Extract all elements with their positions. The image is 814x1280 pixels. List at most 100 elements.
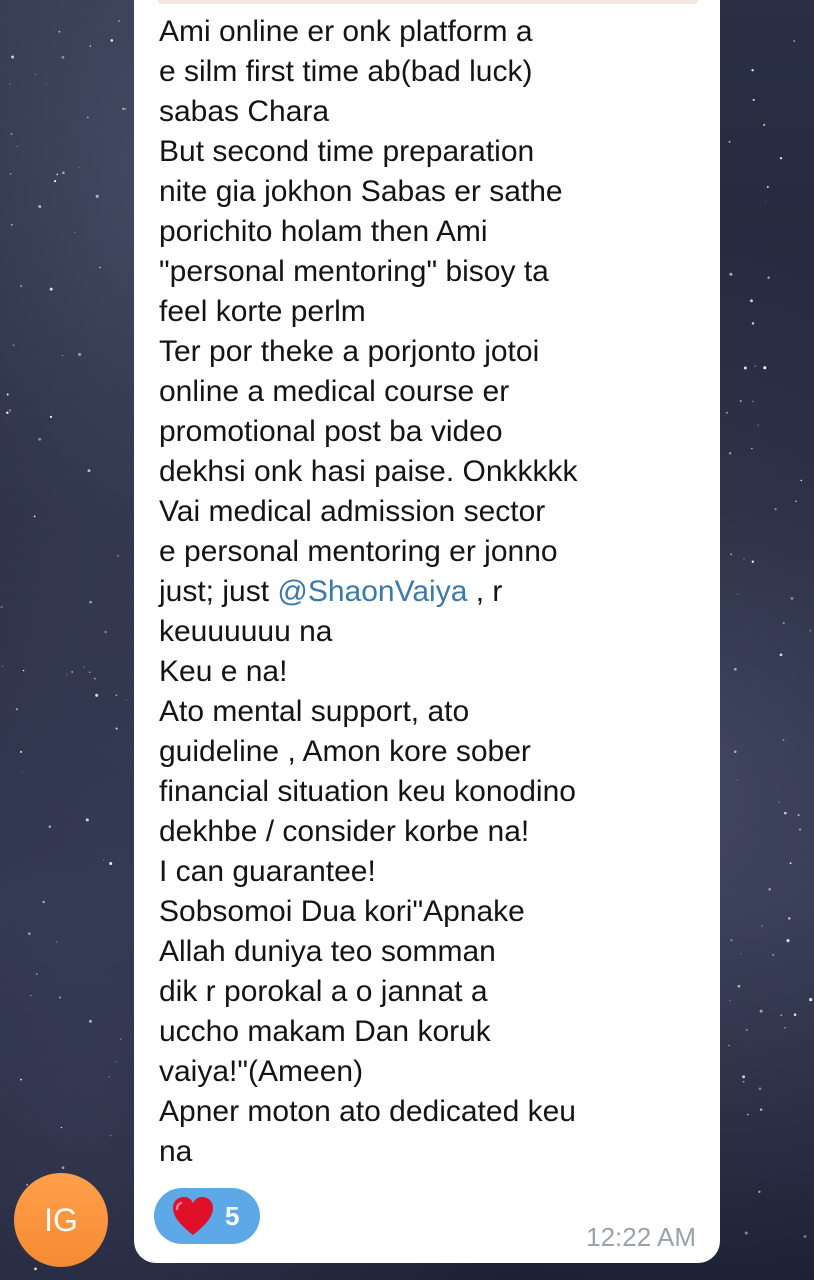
star xyxy=(733,667,737,671)
star xyxy=(36,973,38,975)
star xyxy=(22,669,25,672)
star xyxy=(74,231,76,233)
star xyxy=(71,670,74,673)
star xyxy=(35,74,37,76)
star xyxy=(10,173,12,175)
star xyxy=(12,344,15,346)
star xyxy=(89,45,92,47)
star xyxy=(56,941,58,943)
star xyxy=(83,666,85,668)
star xyxy=(122,107,125,110)
sender-avatar[interactable]: IG xyxy=(14,1173,108,1267)
star xyxy=(124,108,127,110)
star xyxy=(59,996,61,999)
star xyxy=(763,123,766,126)
avatar-initials: IG xyxy=(44,1201,78,1238)
star xyxy=(725,411,728,414)
star xyxy=(759,1009,763,1013)
star xyxy=(61,1166,65,1170)
star xyxy=(88,1019,92,1023)
star xyxy=(38,205,42,208)
star xyxy=(786,939,790,943)
star xyxy=(728,140,731,143)
star xyxy=(87,116,89,119)
star xyxy=(38,437,42,441)
message-text: Ami online er onk platform a e silm firs… xyxy=(159,12,699,1172)
star xyxy=(109,1134,112,1137)
star xyxy=(33,515,36,518)
star xyxy=(728,1044,730,1047)
star xyxy=(768,888,771,891)
star xyxy=(115,694,118,697)
star xyxy=(737,984,741,988)
star xyxy=(48,825,52,828)
star xyxy=(78,352,82,356)
star xyxy=(737,779,739,781)
message-timestamp: 12:22 AM xyxy=(586,1222,696,1252)
star xyxy=(53,179,57,183)
star xyxy=(95,194,99,198)
star xyxy=(782,739,785,742)
star xyxy=(784,811,787,815)
star xyxy=(20,750,23,753)
star xyxy=(728,452,732,455)
star xyxy=(61,354,63,356)
star xyxy=(751,447,753,450)
star xyxy=(115,1061,117,1063)
star xyxy=(85,818,89,822)
star xyxy=(744,1231,748,1235)
star xyxy=(774,508,777,511)
star xyxy=(809,998,813,1002)
star xyxy=(730,939,733,942)
star xyxy=(782,622,785,624)
star xyxy=(15,708,18,711)
star xyxy=(730,553,732,556)
star xyxy=(763,366,767,370)
star xyxy=(742,1080,745,1083)
star xyxy=(803,1234,807,1239)
star xyxy=(780,1014,783,1017)
star xyxy=(89,600,92,604)
star xyxy=(1,666,3,668)
star xyxy=(27,932,31,936)
star xyxy=(49,415,53,419)
star xyxy=(6,393,9,396)
star xyxy=(758,1190,761,1193)
star xyxy=(751,322,755,325)
star xyxy=(34,1267,37,1271)
star xyxy=(60,1126,63,1129)
star xyxy=(798,828,802,831)
star xyxy=(751,560,754,563)
star xyxy=(758,1087,762,1090)
message-bubble[interactable]: Ami online er onk platform a e silm firs… xyxy=(134,0,720,1263)
star xyxy=(10,133,13,135)
star xyxy=(99,266,101,269)
star xyxy=(740,953,742,955)
star xyxy=(787,917,791,920)
reply-preview-strip[interactable] xyxy=(158,0,698,4)
star xyxy=(778,801,780,803)
star xyxy=(117,19,121,23)
star xyxy=(0,606,3,608)
star xyxy=(793,1013,797,1016)
star xyxy=(108,1076,110,1078)
star xyxy=(759,1108,763,1111)
star xyxy=(42,900,45,904)
star xyxy=(739,399,742,403)
star xyxy=(737,593,739,595)
reaction-count: 5 xyxy=(225,1200,240,1231)
star xyxy=(96,694,98,696)
star xyxy=(20,1078,22,1081)
star xyxy=(10,223,13,226)
star xyxy=(789,862,792,865)
star xyxy=(757,424,759,426)
star xyxy=(797,814,800,817)
star xyxy=(793,40,796,42)
star xyxy=(767,276,770,279)
star xyxy=(62,171,65,175)
mention-link[interactable]: @ShaonVaiya xyxy=(277,575,467,608)
reaction-chip[interactable]: 5 xyxy=(154,1188,260,1244)
star xyxy=(58,30,61,33)
star xyxy=(11,55,15,59)
star xyxy=(772,954,775,957)
